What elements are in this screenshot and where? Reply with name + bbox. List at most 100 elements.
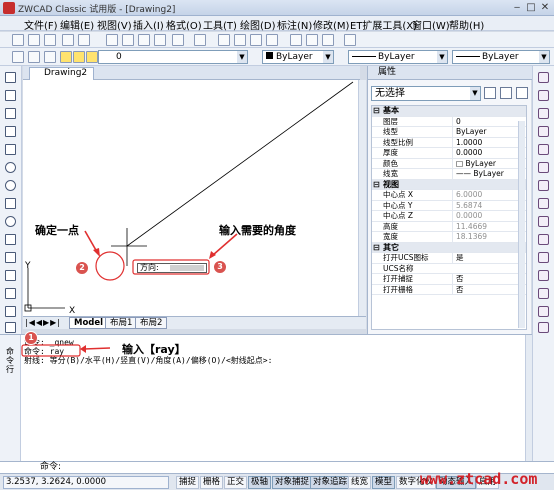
point-tool-icon[interactable] <box>5 270 16 281</box>
category-basic[interactable]: ⊟ 基本 <box>372 106 526 117</box>
properties-scrollbar[interactable] <box>518 121 525 328</box>
sun-icon[interactable] <box>73 51 85 63</box>
light-bulb-icon[interactable] <box>60 51 72 63</box>
property-row[interactable]: 打开捕捉否 <box>372 274 526 285</box>
erase-tool-icon[interactable] <box>538 72 549 83</box>
property-row[interactable]: 线宽 —— ByLayer <box>372 169 526 180</box>
menu-help[interactable]: 帮助(H) <box>449 17 484 32</box>
help-icon[interactable] <box>344 34 356 46</box>
design-center-icon[interactable] <box>306 34 318 46</box>
property-row[interactable]: 图层 0 <box>372 116 526 127</box>
menu-dimension[interactable]: 标注(N) <box>277 17 312 32</box>
drawing-vertical-scrollbar[interactable] <box>358 80 366 316</box>
extend-tool-icon[interactable] <box>538 252 549 263</box>
quick-select-icon[interactable] <box>516 87 528 99</box>
command-scrollbar[interactable] <box>525 335 532 462</box>
tab-layout1[interactable]: 布局1 <box>105 317 138 329</box>
property-row[interactable]: 线型比例 1.0000 <box>372 137 526 148</box>
linetype-dropdown[interactable]: ByLayer ▼ <box>348 50 448 64</box>
pan-icon[interactable] <box>218 34 230 46</box>
lineweight-toggle[interactable]: 线宽 <box>348 476 372 489</box>
match-properties-icon[interactable] <box>154 34 166 46</box>
chamfer-tool-icon[interactable] <box>538 288 549 299</box>
fillet-tool-icon[interactable] <box>538 306 549 317</box>
tab-layout2[interactable]: 布局2 <box>135 317 168 329</box>
make-block-icon[interactable] <box>5 252 16 263</box>
spline-tool-icon[interactable] <box>5 198 16 209</box>
toggle-pickadd-icon[interactable] <box>484 87 496 99</box>
scale-tool-icon[interactable] <box>538 198 549 209</box>
region-tool-icon[interactable] <box>5 306 16 317</box>
property-row[interactable]: 打开栅格否 <box>372 284 526 295</box>
copy-tool-icon[interactable] <box>538 90 549 101</box>
copy-icon[interactable] <box>122 34 134 46</box>
rotate-tool-icon[interactable] <box>538 180 549 191</box>
polygon-tool-icon[interactable] <box>5 126 16 137</box>
new-file-icon[interactable] <box>12 34 24 46</box>
zoom-window-icon[interactable] <box>250 34 262 46</box>
ray-tool-icon[interactable] <box>5 90 16 101</box>
tool-palettes-icon[interactable] <box>322 34 334 46</box>
select-objects-icon[interactable] <box>500 87 512 99</box>
otrack-toggle[interactable]: 对象追踪 <box>310 476 351 489</box>
property-row[interactable]: 打开UCS图标是 <box>372 253 526 264</box>
redo-icon[interactable] <box>194 34 206 46</box>
property-row[interactable]: 厚度 0.0000 <box>372 148 526 159</box>
circle-tool-icon[interactable] <box>5 180 16 191</box>
arc-tool-icon[interactable] <box>5 162 16 173</box>
array-tool-icon[interactable] <box>538 144 549 155</box>
menu-view[interactable]: 视图(V) <box>97 17 132 32</box>
menu-file[interactable]: 文件(F) <box>24 17 58 32</box>
model-toggle[interactable]: 模型 <box>372 476 396 489</box>
layer-state-icon[interactable] <box>28 51 40 63</box>
selection-dropdown[interactable]: 无选择 ▼ <box>371 86 481 101</box>
dynamic-direction-input[interactable]: 方向: <box>137 263 207 273</box>
minimize-button[interactable]: ‒ <box>510 1 524 14</box>
close-button[interactable]: ✕ <box>538 1 552 14</box>
menu-insert[interactable]: 插入(I) <box>133 17 164 32</box>
properties-icon[interactable] <box>290 34 302 46</box>
snap-toggle[interactable]: 捕捉 <box>176 476 200 489</box>
move-tool-icon[interactable] <box>538 162 549 173</box>
menu-tools[interactable]: 工具(T) <box>203 17 237 32</box>
trim-tool-icon[interactable] <box>538 234 549 245</box>
collapse-icon[interactable]: ⊟ <box>373 180 380 190</box>
layer-previous-icon[interactable] <box>44 51 56 63</box>
collapse-icon[interactable]: ⊟ <box>373 243 380 253</box>
cut-icon[interactable] <box>106 34 118 46</box>
tab-model[interactable]: Model <box>69 317 109 329</box>
menu-edit[interactable]: 编辑(E) <box>60 17 94 32</box>
print-icon[interactable] <box>62 34 74 46</box>
lineweight-dropdown[interactable]: ByLayer ▼ <box>452 50 550 64</box>
property-row[interactable]: 高度 11.4669 <box>372 221 526 232</box>
osnap-toggle[interactable]: 对象捕捉 <box>272 476 313 489</box>
explode-tool-icon[interactable] <box>538 322 549 333</box>
polar-toggle[interactable]: 极轴 <box>248 476 272 489</box>
category-view[interactable]: ⊟ 视图 <box>372 179 526 190</box>
menu-et-tools[interactable]: ET扩展工具(X) <box>350 17 417 32</box>
maximize-button[interactable]: □ <box>524 1 538 14</box>
mirror-tool-icon[interactable] <box>538 108 549 119</box>
rectangle-tool-icon[interactable] <box>5 144 16 155</box>
drawing-canvas[interactable]: Y X 方向: 确定一点 输入需要的角度 2 3 <box>23 80 358 316</box>
property-row[interactable]: 中心点 X 6.0000 <box>372 190 526 201</box>
property-row[interactable]: 宽度 18.1369 <box>372 232 526 243</box>
property-row[interactable]: 线型 ByLayer <box>372 127 526 138</box>
grid-toggle[interactable]: 栅格 <box>200 476 224 489</box>
color-dropdown[interactable]: ByLayer ▼ <box>262 50 334 64</box>
text-tool-icon[interactable] <box>5 322 16 333</box>
polyline-tool-icon[interactable] <box>5 108 16 119</box>
category-other[interactable]: ⊟ 其它 <box>372 242 526 253</box>
property-row[interactable]: UCS名称 <box>372 264 526 274</box>
hatch-tool-icon[interactable] <box>5 288 16 299</box>
stretch-tool-icon[interactable] <box>538 216 549 227</box>
print-preview-icon[interactable] <box>78 34 90 46</box>
break-tool-icon[interactable] <box>538 270 549 281</box>
tab-scroll-arrows-icon[interactable]: |◀◀▶▶| <box>25 318 61 327</box>
offset-tool-icon[interactable] <box>538 126 549 137</box>
layer-manager-icon[interactable] <box>12 51 24 63</box>
property-row[interactable]: 颜色 □ ByLayer <box>372 158 526 169</box>
layer-dropdown[interactable]: 0 ▼ <box>98 50 248 64</box>
zoom-realtime-icon[interactable] <box>234 34 246 46</box>
tab-drawing2[interactable]: Drawing2 <box>29 67 95 80</box>
